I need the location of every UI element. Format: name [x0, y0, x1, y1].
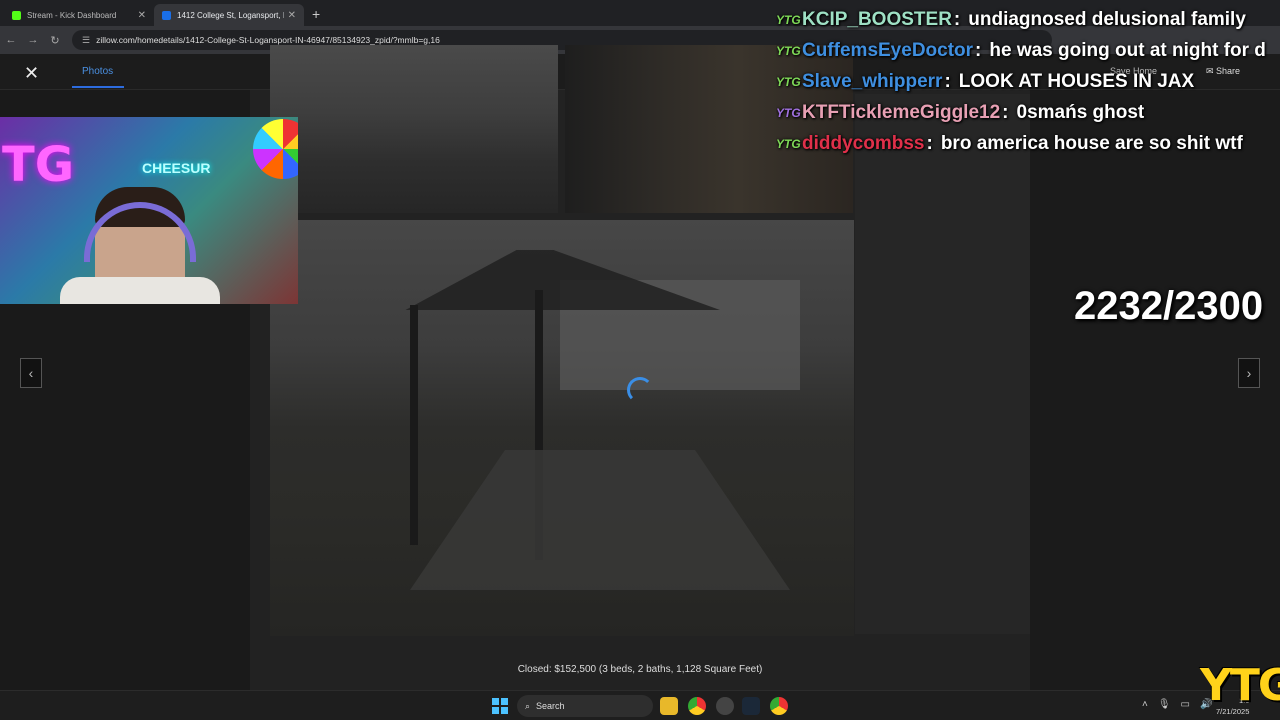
chat-badge: YTG	[776, 43, 801, 58]
chat-username: diddycombss	[802, 132, 925, 154]
next-photo-button[interactable]: ›	[1238, 358, 1260, 388]
previous-photo-button[interactable]: ‹	[20, 358, 42, 388]
search-icon: ⌕	[525, 700, 531, 711]
chat-username: KTFTicklemeGiggle12	[802, 101, 1001, 123]
neon-letters: TG	[2, 137, 75, 193]
chat-overlay: YTG KCIP_BOOSTER : undiagnosed delusiona…	[776, 4, 1280, 159]
taskbar-search[interactable]: ⌕ Search	[517, 695, 653, 717]
webcam-overlay: TG CHEESUR	[0, 117, 298, 304]
obs-icon[interactable]	[716, 697, 734, 715]
chat-message: YTG diddycombss : bro america house are …	[776, 128, 1280, 159]
network-icon[interactable]: ▭	[1181, 699, 1190, 710]
chat-message: YTG CuffemsEyeDoctor : he was going out …	[776, 35, 1280, 66]
chat-username: CuffemsEyeDoctor	[802, 39, 974, 61]
house-counter: 2232/2300	[1074, 284, 1264, 328]
streamer-shirt	[60, 277, 220, 304]
chat-message: YTG KTFTicklemeGiggle12 : 0smańs ghost	[776, 97, 1280, 128]
chrome-icon[interactable]	[688, 697, 706, 715]
chat-separator: :	[953, 8, 961, 30]
prize-wheel	[253, 119, 298, 179]
photo-caption: Closed: $152,500 (3 beds, 2 baths, 1,128…	[517, 664, 763, 675]
close-icon[interactable]: ✕	[24, 63, 39, 84]
neon-sign: CHEESUR	[142, 160, 211, 176]
chat-text: undiagnosed delusional family	[968, 8, 1246, 30]
tab-photos[interactable]: Photos	[82, 66, 113, 77]
chevron-left-icon: ‹	[28, 365, 34, 381]
right-backdrop	[1030, 90, 1280, 690]
reload-icon[interactable]: ↻	[44, 34, 66, 47]
tab-kick-dashboard[interactable]: Stream - Kick Dashboard ✕	[4, 4, 154, 26]
chat-text: bro america house are so shit wtf	[940, 132, 1243, 154]
steam-icon[interactable]	[742, 697, 760, 715]
loading-spinner-icon	[627, 377, 653, 403]
chat-badge: YTG	[776, 105, 801, 120]
url-text: zillow.com/homedetails/1412-College-St-L…	[96, 35, 440, 45]
photo-thumbnail-exterior[interactable]	[270, 45, 558, 213]
kick-favicon-icon	[12, 10, 21, 20]
microphone-icon[interactable]: 🎙	[1158, 699, 1171, 710]
windows-taskbar: ⌕ Search ˄ 🎙 ▭ 🔊 1:0 7/21/2025	[0, 690, 1280, 720]
chat-text: he was going out at night for d	[989, 39, 1266, 61]
windows-start-icon[interactable]	[492, 698, 508, 714]
active-tab-indicator	[72, 86, 124, 88]
tab-close-icon[interactable]: ✕	[138, 10, 146, 21]
chat-text: 0smańs ghost	[1016, 101, 1145, 123]
chat-separator: :	[926, 132, 933, 154]
chat-username: KCIP_BOOSTER	[802, 8, 952, 30]
chat-badge: YTG	[776, 12, 801, 27]
chevron-up-icon[interactable]: ˄	[1142, 699, 1148, 710]
chat-text: LOOK AT HOUSES IN JAX	[958, 70, 1195, 92]
site-info-icon[interactable]: ☰	[82, 35, 90, 46]
search-placeholder: Search	[536, 701, 565, 711]
chat-message: YTG KCIP_BOOSTER : undiagnosed delusiona…	[776, 4, 1280, 35]
tab-zillow[interactable]: 1412 College St, Logansport, IN ✕	[154, 4, 304, 26]
chevron-right-icon: ›	[1246, 365, 1252, 381]
chat-badge: YTG	[776, 74, 801, 89]
tab-title: 1412 College St, Logansport, IN	[177, 10, 284, 20]
chrome-alt-icon[interactable]	[770, 697, 788, 715]
new-tab-icon[interactable]: +	[312, 6, 320, 22]
channel-logo: YTG	[1200, 660, 1280, 711]
tab-title: Stream - Kick Dashboard	[27, 10, 117, 20]
chat-separator: :	[1002, 101, 1009, 123]
chat-message: YTG Slave_whipperr : LOOK AT HOUSES IN J…	[776, 66, 1280, 97]
photo-main-gazebo[interactable]	[270, 220, 854, 636]
chat-username: Slave_whipperr	[802, 70, 943, 92]
back-arrow-icon[interactable]: ←	[0, 34, 22, 46]
gazebo-post	[410, 305, 418, 545]
forward-arrow-icon[interactable]: →	[22, 34, 44, 46]
chat-separator: :	[975, 39, 982, 61]
tab-close-icon[interactable]: ✕	[288, 10, 296, 21]
screen: Stream - Kick Dashboard ✕ 1412 College S…	[0, 0, 1280, 720]
zillow-favicon-icon	[162, 10, 171, 20]
file-explorer-icon[interactable]	[660, 697, 678, 715]
walkway	[410, 450, 790, 590]
details-backdrop	[855, 94, 1030, 634]
chat-badge: YTG	[776, 136, 801, 151]
chat-separator: :	[944, 70, 951, 92]
